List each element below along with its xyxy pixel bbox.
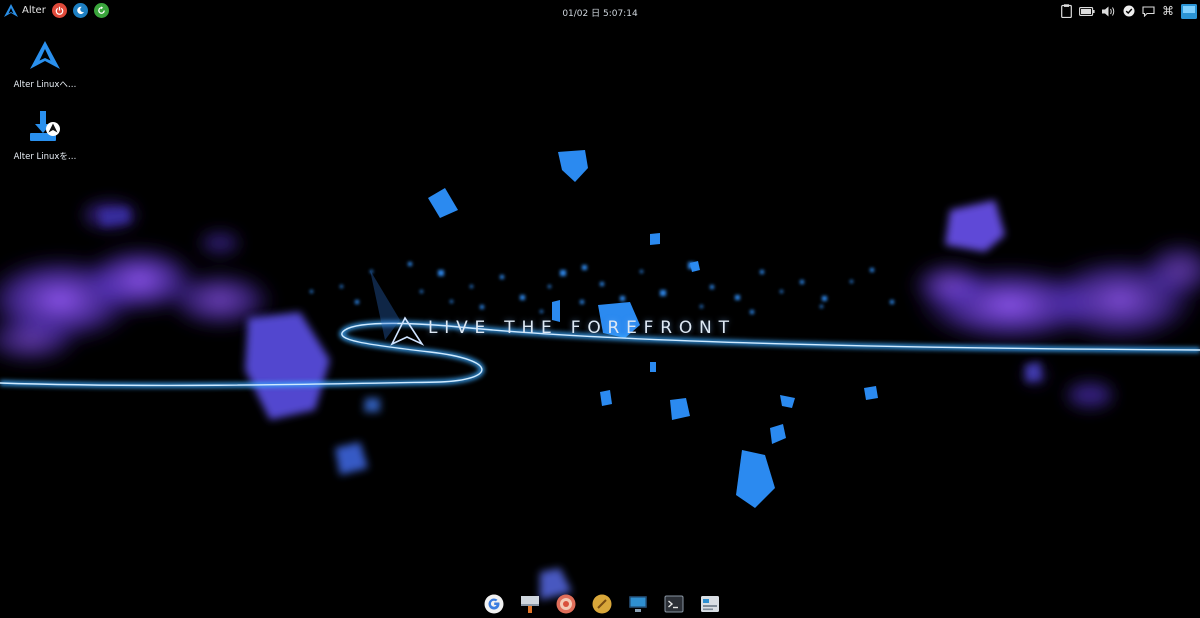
power-icon: [55, 6, 64, 15]
dock-app-monitor[interactable]: [628, 594, 648, 614]
desktop-icon-label: Alter Linuxを…: [13, 152, 77, 162]
terminal-icon: [664, 595, 684, 613]
sleep-button[interactable]: [72, 3, 88, 18]
display-button[interactable]: [1181, 3, 1197, 19]
top-panel-left: Alter: [4, 3, 109, 18]
check-circle-icon: [1123, 5, 1135, 17]
restart-button[interactable]: [93, 3, 109, 18]
paint-icon: [521, 596, 539, 613]
desktop-icon-installer[interactable]: Alter Linuxを…: [5, 110, 85, 162]
monitor-icon: [629, 596, 647, 612]
chat-button[interactable]: [1142, 3, 1155, 19]
battery-icon: [1079, 6, 1095, 16]
dock-app-pen[interactable]: [592, 594, 612, 614]
software-center-icon: [556, 594, 576, 614]
dock-app-chrome[interactable]: [484, 594, 504, 614]
clipboard-button[interactable]: [1061, 3, 1072, 19]
right-nebula: [910, 240, 1200, 407]
desktop-icon-installer-image: [28, 110, 62, 144]
desktop-icon-welcome-image: [28, 38, 62, 72]
install-icon: [30, 111, 60, 141]
dock-app-software-center[interactable]: [556, 594, 576, 614]
clock[interactable]: 01/02 日 5:07:14: [562, 9, 637, 19]
left-nebula: [0, 203, 275, 365]
blurred-shards: [100, 200, 1042, 600]
dock-app-paint[interactable]: [520, 594, 540, 614]
alter-logo-icon: [30, 41, 60, 69]
app-menu-button[interactable]: Alter: [4, 4, 46, 17]
top-panel: Alter 01/02 日 5:07:14 ⌘: [0, 0, 1200, 24]
wallpaper-slogan: LIVE THE FOREFRONT: [428, 318, 736, 338]
system-settings-icon: [701, 596, 719, 612]
clipboard-icon: [1061, 4, 1072, 18]
desktop-icon-label: Alter Linuxへ…: [13, 80, 77, 90]
volume-icon: [1102, 6, 1115, 16]
chat-icon: [1142, 5, 1155, 17]
notifications-status[interactable]: [1123, 3, 1135, 19]
app-menu-label: Alter: [22, 5, 46, 16]
google-chrome-icon: [484, 594, 504, 614]
dock: [484, 592, 720, 616]
volume-control[interactable]: [1102, 3, 1116, 19]
system-tray: ⌘: [1061, 3, 1197, 19]
dock-app-terminal[interactable]: [664, 594, 684, 614]
pen-icon: [592, 594, 612, 614]
shutdown-button[interactable]: [51, 3, 67, 18]
clock-area: 01/02 日 5:07:14: [0, 6, 1200, 19]
battery-indicator[interactable]: [1079, 3, 1095, 19]
display-icon: [1181, 3, 1197, 19]
dock-app-settings[interactable]: [700, 594, 720, 614]
moon-icon: [77, 6, 84, 14]
command-button[interactable]: ⌘: [1162, 3, 1174, 19]
command-icon: ⌘: [1162, 4, 1174, 18]
alter-logo-icon: [4, 4, 18, 17]
slogan-logo: [370, 270, 425, 346]
desktop-icon-welcome[interactable]: Alter Linuxへ…: [5, 38, 85, 90]
restart-icon: [98, 6, 105, 14]
